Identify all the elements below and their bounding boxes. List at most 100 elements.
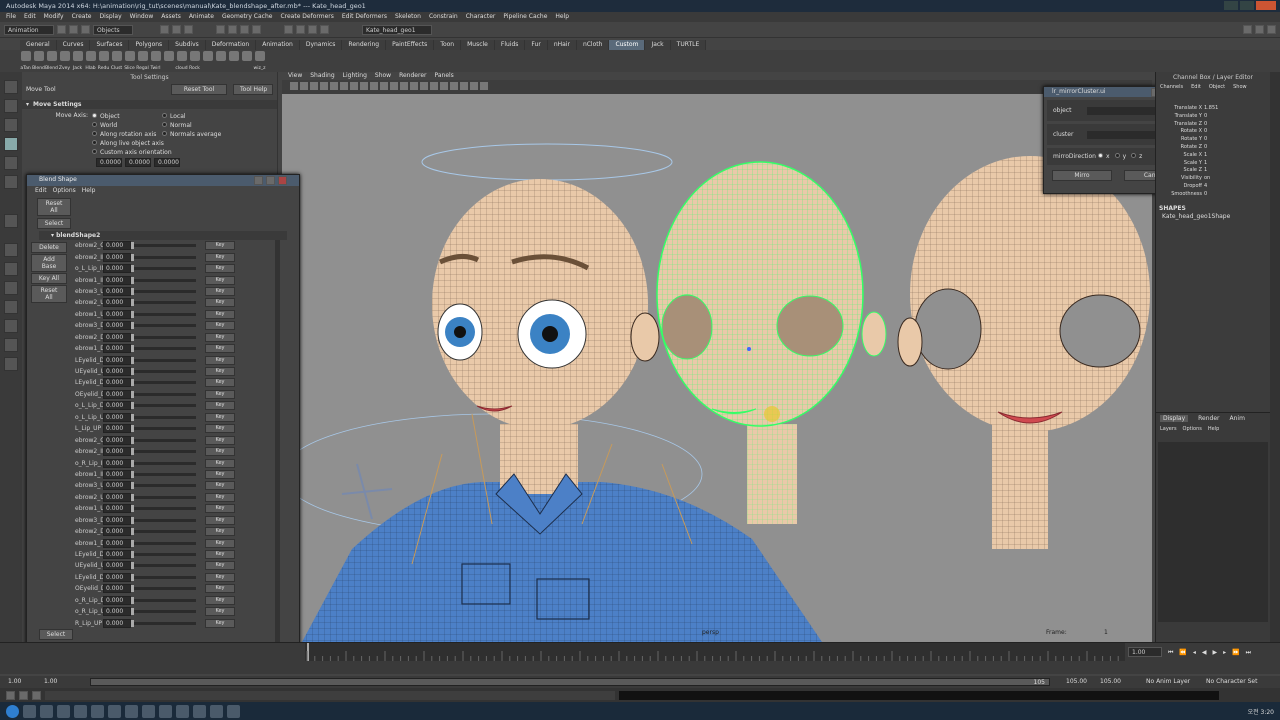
key-button[interactable]: Key: [205, 309, 235, 319]
axis-value-y[interactable]: 0.0000: [125, 158, 151, 167]
ie-icon[interactable]: [23, 704, 36, 718]
channel-value[interactable]: on: [1204, 175, 1236, 183]
menu-display[interactable]: Display: [100, 13, 122, 21]
target-weight-slider[interactable]: [131, 310, 196, 318]
target-weight-field[interactable]: 0.000: [103, 275, 131, 285]
channel-row[interactable]: Dropoff 4: [1156, 183, 1270, 191]
object-field[interactable]: [1087, 106, 1164, 115]
textured-icon[interactable]: [430, 82, 438, 90]
target-weight-slider[interactable]: [131, 356, 196, 364]
object-name-field[interactable]: Kate_head_geo1: [362, 24, 432, 35]
bottom-select-button[interactable]: Select: [39, 629, 73, 640]
xray-joints-icon[interactable]: [470, 82, 478, 90]
shadows-icon[interactable]: [450, 82, 458, 90]
new-scene-icon[interactable]: [57, 25, 66, 34]
script-editor-icon[interactable]: [6, 690, 15, 700]
blend-key-all-button[interactable]: Key All: [31, 273, 67, 284]
shelf-tab-custom[interactable]: Custom: [609, 40, 646, 50]
channel-value[interactable]: 0: [1204, 191, 1236, 199]
menu-skeleton[interactable]: Skeleton: [395, 13, 421, 21]
lights-icon[interactable]: [440, 82, 448, 90]
isolate-icon[interactable]: [480, 82, 488, 90]
maximize-icon[interactable]: [266, 176, 275, 185]
select-hierarchy-icon[interactable]: [160, 25, 169, 34]
shelf-button[interactable]: Hlab: [85, 51, 96, 71]
blend-menu-options[interactable]: Options: [53, 187, 76, 195]
menu-edit-deformers[interactable]: Edit Deformers: [342, 13, 387, 21]
target-weight-field[interactable]: 0.000: [103, 504, 131, 514]
shelf-button[interactable]: Redu: [98, 51, 109, 71]
blend-reset-all-button[interactable]: Reset All: [31, 285, 67, 303]
play-forward-icon[interactable]: ▶: [1213, 649, 1218, 657]
scale-tool-icon[interactable]: [4, 175, 18, 189]
target-weight-slider[interactable]: [131, 539, 196, 547]
key-button[interactable]: Key: [205, 447, 235, 457]
move-manipulator-icon[interactable]: [341, 463, 393, 520]
target-weight-field[interactable]: 0.000: [103, 607, 131, 617]
attribute-editor-tab-strip[interactable]: [1270, 72, 1280, 642]
premiere-icon[interactable]: [142, 704, 155, 718]
go-to-end-icon[interactable]: ⏭: [1246, 649, 1251, 657]
go-to-start-icon[interactable]: ⏮: [1168, 649, 1173, 657]
clear-icon[interactable]: [32, 690, 41, 700]
step-forward-key-icon[interactable]: ⏩: [1232, 649, 1239, 657]
ipr-icon[interactable]: [308, 25, 317, 34]
target-weight-field[interactable]: 0.000: [103, 481, 131, 491]
key-button[interactable]: Key: [205, 561, 235, 571]
target-weight-slider[interactable]: [131, 436, 196, 444]
mel-toggle-icon[interactable]: [19, 690, 28, 700]
shelf-button[interactable]: Regal: [136, 51, 149, 71]
select-tool-icon[interactable]: [4, 80, 18, 94]
shelf-button[interactable]: wiz_z: [254, 51, 265, 71]
shelf-tab-rendering[interactable]: Rendering: [342, 40, 387, 50]
move-axis-option[interactable]: Custom axis orientation: [92, 148, 172, 157]
key-button[interactable]: Key: [205, 355, 235, 365]
shelf-tab-nhair[interactable]: nHair: [547, 40, 577, 50]
camera-attrs-icon[interactable]: [300, 82, 308, 90]
target-weight-field[interactable]: 0.000: [103, 389, 131, 399]
menu-help[interactable]: Help: [555, 13, 569, 21]
menu-create-deformers[interactable]: Create Deformers: [280, 13, 333, 21]
reset-all-button[interactable]: Reset All: [37, 198, 71, 216]
selection-mode-dropdown[interactable]: Objects: [93, 24, 133, 35]
shelf-tab-subdivs[interactable]: Subdivs: [169, 40, 206, 50]
menu-geometry-cache[interactable]: Geometry Cache: [222, 13, 272, 21]
menu-file[interactable]: File: [6, 13, 16, 21]
target-weight-field[interactable]: 0.000: [103, 401, 131, 411]
channel-value[interactable]: 1.851: [1204, 105, 1236, 113]
channel-row[interactable]: Translate Z0: [1156, 121, 1270, 129]
channel-row[interactable]: Rotate Z0: [1156, 144, 1270, 152]
shelf-tab-animation[interactable]: Animation: [256, 40, 300, 50]
target-weight-field[interactable]: 0.000: [103, 367, 131, 377]
target-weight-slider[interactable]: [131, 242, 196, 250]
axis-value-x[interactable]: 0.0000: [96, 158, 122, 167]
shelf-tab-curves[interactable]: Curves: [56, 40, 91, 50]
film-gate-icon[interactable]: [340, 82, 348, 90]
target-weight-field[interactable]: 0.000: [103, 572, 131, 582]
key-button[interactable]: Key: [205, 469, 235, 479]
shelf-button[interactable]: Twirl: [150, 51, 161, 71]
scene-3d[interactable]: persp Frame: 1: [282, 94, 1152, 642]
target-weight-slider[interactable]: [131, 505, 196, 513]
smooth-shade-icon[interactable]: [410, 82, 418, 90]
mirror-button[interactable]: Mirro: [1052, 170, 1112, 181]
channel-value[interactable]: 4: [1204, 183, 1236, 191]
time-ticks[interactable]: [305, 643, 1125, 661]
channel-row[interactable]: Translate Y0: [1156, 113, 1270, 121]
target-weight-field[interactable]: 0.000: [103, 286, 131, 296]
target-weight-slider[interactable]: [131, 413, 196, 421]
target-weight-field[interactable]: 0.000: [103, 595, 131, 605]
channel-box-toggle-icon[interactable]: [1267, 25, 1276, 34]
blend-delete-button[interactable]: Delete: [31, 242, 67, 253]
chrome-icon[interactable]: [40, 704, 53, 718]
blend-node-header[interactable]: ▾ blendShape2: [39, 231, 287, 240]
move-tool-icon[interactable]: [4, 137, 18, 151]
command-input[interactable]: [45, 690, 615, 700]
character-set-dropdown[interactable]: No Character Set: [1206, 678, 1257, 685]
layout-single-icon[interactable]: [4, 243, 18, 257]
move-axis-option[interactable]: World: [92, 121, 162, 130]
target-weight-slider[interactable]: [131, 402, 196, 410]
camera-icon[interactable]: [290, 82, 298, 90]
menu-constrain[interactable]: Constrain: [429, 13, 458, 21]
snap-plane-icon[interactable]: [252, 25, 261, 34]
